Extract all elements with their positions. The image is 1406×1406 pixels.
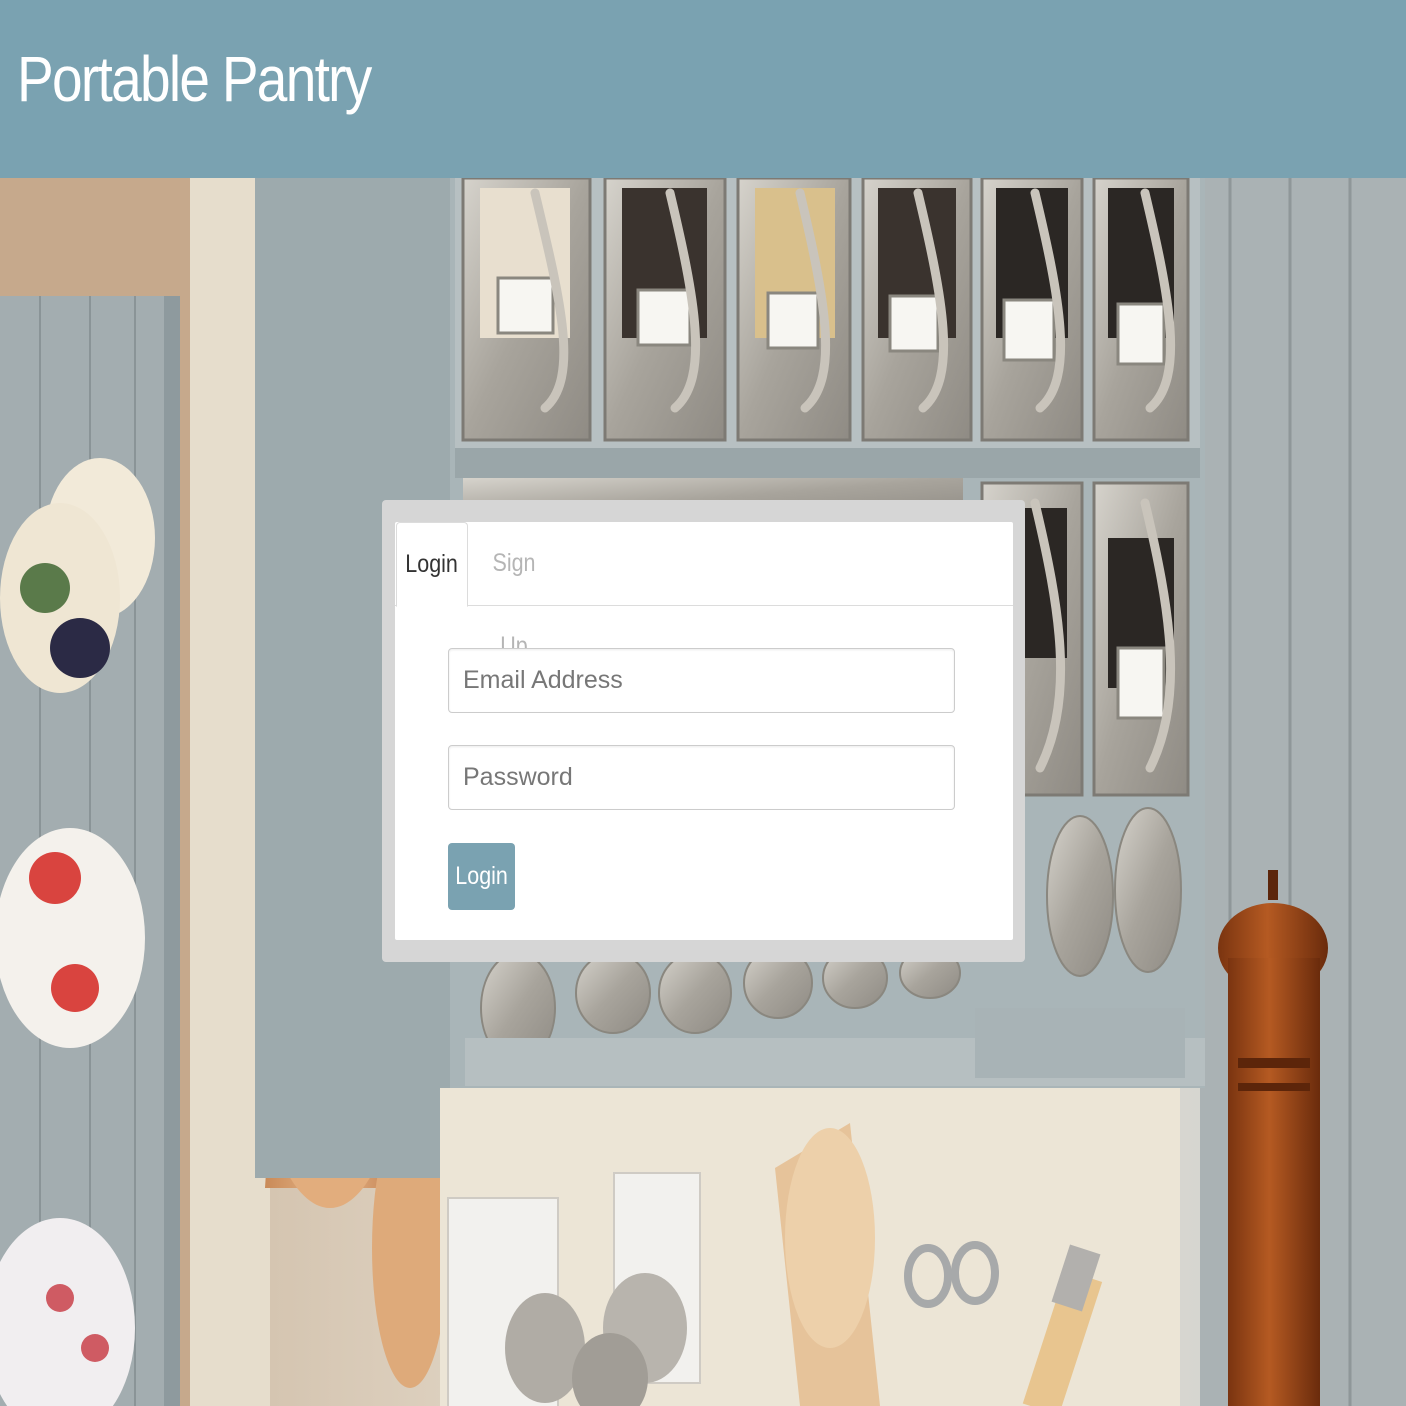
password-field[interactable] — [448, 745, 955, 810]
auth-tabs: Login Sign Up — [395, 522, 1013, 660]
app-title: Portable Pantry — [17, 43, 372, 115]
tab-login-label: Login — [405, 550, 459, 578]
login-card-frame: Login Sign Up Login — [382, 500, 1025, 962]
login-button[interactable]: Login — [448, 843, 515, 910]
tab-login[interactable]: Login — [396, 522, 468, 607]
email-field[interactable] — [448, 648, 955, 713]
tab-sign-up[interactable]: Sign Up — [474, 522, 554, 660]
login-button-label: Login — [455, 862, 508, 890]
login-card: Login Sign Up Login — [395, 522, 1013, 940]
app-header: Portable Pantry — [0, 0, 1406, 178]
